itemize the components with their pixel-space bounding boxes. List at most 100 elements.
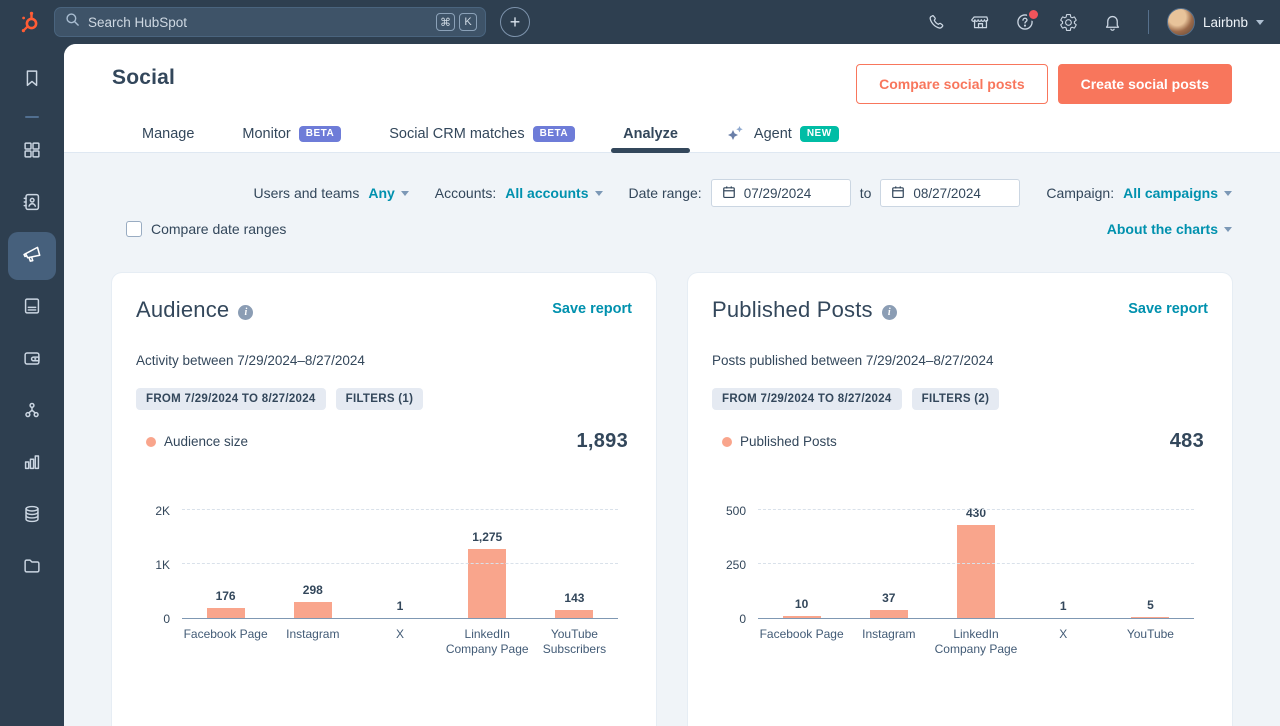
x-axis-label: YouTube [1126, 627, 1174, 641]
x-axis-labels: Facebook Page Instagram X LinkedIn Company … [182, 627, 618, 657]
bar-value-label: 37 [882, 591, 896, 605]
bar-group: 1 [1020, 599, 1107, 618]
bar-group: 1,275 [444, 530, 531, 618]
chevron-down-icon [594, 190, 603, 196]
campaign-dropdown[interactable]: All campaigns [1123, 185, 1232, 201]
bar[interactable] [869, 610, 908, 618]
campaign-filter[interactable]: Campaign: All campaigns [1046, 185, 1232, 201]
sidebar-item-data[interactable] [8, 492, 56, 540]
filters-pill[interactable]: FILTERS (1) [335, 388, 424, 410]
card-subtitle: Posts published between 7/29/2024–8/27/2… [712, 353, 994, 368]
bar-group: 430 [932, 506, 1019, 618]
search-placeholder: Search HubSpot [88, 14, 188, 30]
date-from-input[interactable]: 07/29/2024 [710, 179, 851, 207]
compare-date-ranges-option[interactable]: Compare date ranges [126, 221, 286, 237]
contacts-icon [21, 191, 43, 218]
save-report-link[interactable]: Save report [552, 301, 632, 317]
gridline [758, 509, 1194, 510]
sidebar-item-commerce[interactable] [8, 336, 56, 384]
bar-group: 298 [269, 583, 356, 618]
sidebar-item-library[interactable] [8, 544, 56, 592]
k-key-icon: K [459, 13, 477, 31]
tab-agent[interactable]: Agent NEW [724, 116, 841, 152]
user-name: Lairbnb [1202, 14, 1248, 30]
sidebar-item-reporting[interactable] [8, 440, 56, 488]
card-title: Published Posts [712, 297, 873, 322]
chart-total: 483 [1169, 430, 1204, 452]
bar[interactable] [555, 610, 594, 618]
tab-manage[interactable]: Manage [140, 116, 196, 152]
sidebar-item-marketing[interactable] [8, 232, 56, 280]
settings-icon[interactable] [1052, 5, 1086, 39]
x-axis-label: Instagram [862, 627, 916, 641]
date-range-pill: FROM 7/29/2024 TO 8/27/2024 [712, 388, 902, 410]
info-icon[interactable]: i [238, 304, 254, 320]
users-and-teams-dropdown[interactable]: Any [368, 185, 409, 201]
sparkles-icon [726, 125, 746, 143]
about-the-charts-dropdown[interactable]: About the charts [1107, 221, 1232, 237]
sidebar-item-automations[interactable] [8, 388, 56, 436]
save-report-link[interactable]: Save report [1128, 301, 1208, 317]
audience-report-card: Audience i Save report Activity between … [112, 273, 656, 726]
accounts-filter[interactable]: Accounts: All accounts [435, 185, 603, 201]
user-menu[interactable]: Lairbnb [1166, 8, 1264, 36]
notifications-icon[interactable] [1096, 5, 1130, 39]
global-search-input[interactable]: Search HubSpot ⌘ K [54, 7, 486, 37]
x-axis-label: X [1059, 627, 1068, 641]
bar[interactable] [957, 525, 995, 618]
date-range-pill: FROM 7/29/2024 TO 8/27/2024 [136, 388, 326, 410]
cmd-key-icon: ⌘ [436, 13, 455, 31]
bar-group: 37 [845, 591, 932, 618]
accounts-dropdown[interactable]: All accounts [505, 185, 603, 201]
tab-bar: Manage Monitor BETA Social CRM matches BET… [140, 116, 1232, 153]
create-social-posts-button[interactable]: Create social posts [1057, 64, 1232, 104]
marketplace-icon[interactable] [964, 5, 998, 39]
sidebar-item-crm[interactable] [8, 180, 56, 228]
x-axis-label: YouTube Subscribers [542, 627, 607, 656]
create-button[interactable]: + [500, 7, 530, 37]
x-axis-label: X [396, 627, 405, 641]
bar[interactable] [293, 602, 332, 618]
gridline [182, 509, 618, 510]
bar-group: 10 [758, 597, 845, 618]
sidebar-item-bookmarks[interactable] [8, 56, 56, 104]
chart-total: 1,893 [576, 430, 628, 452]
bar[interactable] [1131, 617, 1170, 618]
bar-value-label: 10 [794, 597, 809, 611]
users-and-teams-filter[interactable]: Users and teams Any [254, 185, 409, 201]
date-to-input[interactable]: 08/27/2024 [880, 179, 1021, 207]
phone-icon[interactable] [920, 5, 954, 39]
info-icon[interactable]: i [881, 304, 897, 320]
x-axis-label: Facebook Page [183, 627, 268, 641]
bar[interactable] [468, 549, 507, 618]
date-range-filter: Date range: 07/29/2024 to 08/27/2024 [629, 179, 1021, 207]
legend-dot-icon [146, 436, 156, 447]
tab-monitor[interactable]: Monitor BETA [240, 116, 343, 152]
database-icon [21, 503, 43, 530]
card-subtitle: Activity between 7/29/2024–8/27/2024 [136, 353, 365, 368]
bar[interactable] [206, 608, 245, 618]
beta-badge: BETA [298, 126, 342, 142]
hubspot-logo-icon[interactable] [14, 7, 44, 37]
workflow-icon [21, 399, 43, 426]
published-posts-report-card: Published Posts i Save report Posts publ… [688, 273, 1232, 726]
x-axis-label: LinkedIn Company Page [445, 627, 529, 656]
search-icon [65, 12, 80, 32]
compare-date-ranges-checkbox[interactable] [126, 221, 142, 237]
sidebar-item-content[interactable] [8, 284, 56, 332]
x-axis-labels: Facebook Page Instagram LinkedIn Company P… [758, 627, 1194, 657]
bars: 10 37 430 1 5 [758, 506, 1194, 618]
tab-social-crm-matches[interactable]: Social CRM matches BETA [387, 116, 577, 152]
sidebar-item-workspaces[interactable] [8, 128, 56, 176]
filters-pill[interactable]: FILTERS (2) [911, 388, 1000, 410]
audience-bar-chart: 0 1K 2K 176 298 1 1,275 143 Facebook Page Insta… [136, 504, 632, 657]
help-icon[interactable] [1008, 5, 1042, 39]
bar-value-label: 1,275 [472, 530, 503, 544]
calendar-icon [722, 185, 736, 202]
filters-row: Users and teams Any Accounts: All accoun… [64, 153, 1280, 207]
bar[interactable] [782, 616, 821, 618]
x-axis-label: Facebook Page [759, 627, 844, 641]
bar-value-label: 1 [396, 599, 404, 613]
compare-social-posts-button[interactable]: Compare social posts [856, 64, 1048, 104]
tab-analyze[interactable]: Analyze [611, 116, 690, 153]
